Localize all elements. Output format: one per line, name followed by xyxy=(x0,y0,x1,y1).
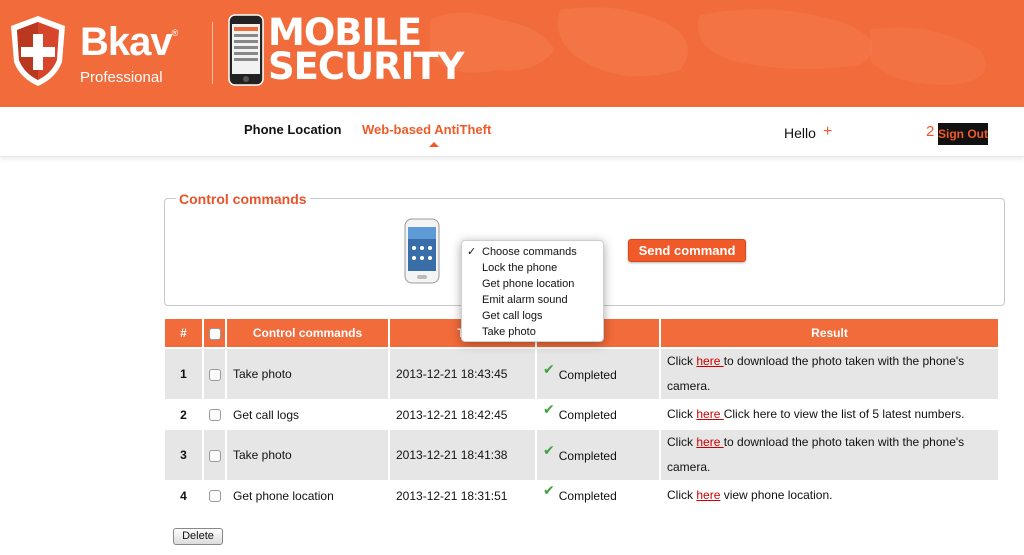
account-expand-icon[interactable]: + xyxy=(823,123,832,141)
row-status: ✔ Completed xyxy=(537,399,661,428)
row-time: 2013-12-21 18:31:51 xyxy=(390,480,537,509)
active-tab-indicator xyxy=(429,142,439,147)
bkav-shield-logo xyxy=(11,16,65,86)
dropdown-option-choose[interactable]: ✓ Choose commands xyxy=(462,245,603,261)
row-time: 2013-12-21 18:41:38 xyxy=(390,428,537,480)
row-status: ✔ Completed xyxy=(537,428,661,480)
checkmark-icon: ✓ xyxy=(467,246,477,258)
dropdown-option-lock[interactable]: Lock the phone xyxy=(462,261,603,277)
header-divider xyxy=(212,22,213,84)
col-header-commands: Control commands xyxy=(227,319,390,347)
sign-out-button[interactable]: Sign Out xyxy=(938,123,988,145)
check-icon: ✔ xyxy=(543,482,555,498)
nav-phone-location[interactable]: Phone Location xyxy=(244,122,342,137)
check-icon: ✔ xyxy=(543,441,555,458)
dropdown-option-photo[interactable]: Take photo xyxy=(462,325,603,341)
row-number: 3 xyxy=(165,428,204,480)
table-row: 3 Take photo 2013-12-21 18:41:38 ✔ Comple… xyxy=(165,428,1000,480)
select-all-checkbox[interactable] xyxy=(208,327,221,340)
row-time: 2013-12-21 18:43:45 xyxy=(390,347,537,399)
mobile-phone-icon xyxy=(228,14,264,86)
result-link[interactable]: here xyxy=(696,488,720,502)
table-row: 4 Get phone location 2013-12-21 18:31:51… xyxy=(165,480,1000,509)
nav-antitheft[interactable]: Web-based AntiTheft xyxy=(362,122,491,137)
col-header-select xyxy=(204,319,227,347)
commands-dropdown-menu[interactable]: ✓ Choose commands Lock the phone Get phon… xyxy=(461,240,604,342)
control-commands-title: Control commands xyxy=(176,191,310,207)
check-icon: ✔ xyxy=(543,401,555,417)
table-row: 2 Get call logs 2013-12-21 18:42:45 ✔ Com… xyxy=(165,399,1000,428)
product-title: MOBILE SECURITY xyxy=(268,11,464,88)
row-result: Click here view phone location. xyxy=(661,480,1000,509)
dropdown-option-alarm[interactable]: Emit alarm sound xyxy=(462,293,603,309)
greeting: Hello xyxy=(784,125,816,141)
row-time: 2013-12-21 18:42:45 xyxy=(390,399,537,428)
row-number: 4 xyxy=(165,480,204,509)
commands-table: # Control commands Ti atus Result 1 Take… xyxy=(165,319,1000,509)
dropdown-option-location[interactable]: Get phone location xyxy=(462,277,603,293)
row-select xyxy=(204,347,227,399)
row-command: Get phone location xyxy=(227,480,390,509)
row-result: Click here to download the photo taken w… xyxy=(661,347,1000,399)
row-checkbox[interactable] xyxy=(208,368,221,381)
row-status: ✔ Completed xyxy=(537,347,661,399)
send-command-button[interactable]: Send command xyxy=(628,239,746,262)
row-result: Click here Click here to view the list o… xyxy=(661,399,1000,428)
row-select xyxy=(204,399,227,428)
row-command: Take photo xyxy=(227,428,390,480)
row-command: Take photo xyxy=(227,347,390,399)
row-status: ✔ Completed xyxy=(537,480,661,509)
row-checkbox[interactable] xyxy=(208,490,221,503)
check-icon: ✔ xyxy=(543,360,555,377)
notification-count: 2 xyxy=(926,123,935,140)
top-navigation: Phone Location Web-based AntiTheft Hello… xyxy=(0,107,1024,157)
brand-name: Bkav® xyxy=(80,20,178,64)
row-select xyxy=(204,480,227,509)
row-command: Get call logs xyxy=(227,399,390,428)
row-checkbox[interactable] xyxy=(208,409,221,422)
delete-button[interactable]: Delete xyxy=(173,528,223,545)
row-number: 2 xyxy=(165,399,204,428)
result-link[interactable]: here xyxy=(696,407,723,421)
table-row: 1 Take photo 2013-12-21 18:43:45 ✔ Comple… xyxy=(165,347,1000,399)
row-number: 1 xyxy=(165,347,204,399)
result-link[interactable]: here xyxy=(696,435,723,449)
row-checkbox[interactable] xyxy=(208,449,221,462)
dropdown-option-call-logs[interactable]: Get call logs xyxy=(462,309,603,325)
device-image xyxy=(404,218,440,284)
brand-subtitle: Professional xyxy=(80,69,163,86)
col-header-result: Result xyxy=(661,319,1000,347)
header-banner: Bkav® Professional MOBILE SECURITY xyxy=(0,0,1024,107)
col-header-number: # xyxy=(165,319,204,347)
result-link[interactable]: here xyxy=(696,354,723,368)
row-select xyxy=(204,428,227,480)
row-result: Click here to download the photo taken w… xyxy=(661,428,1000,480)
